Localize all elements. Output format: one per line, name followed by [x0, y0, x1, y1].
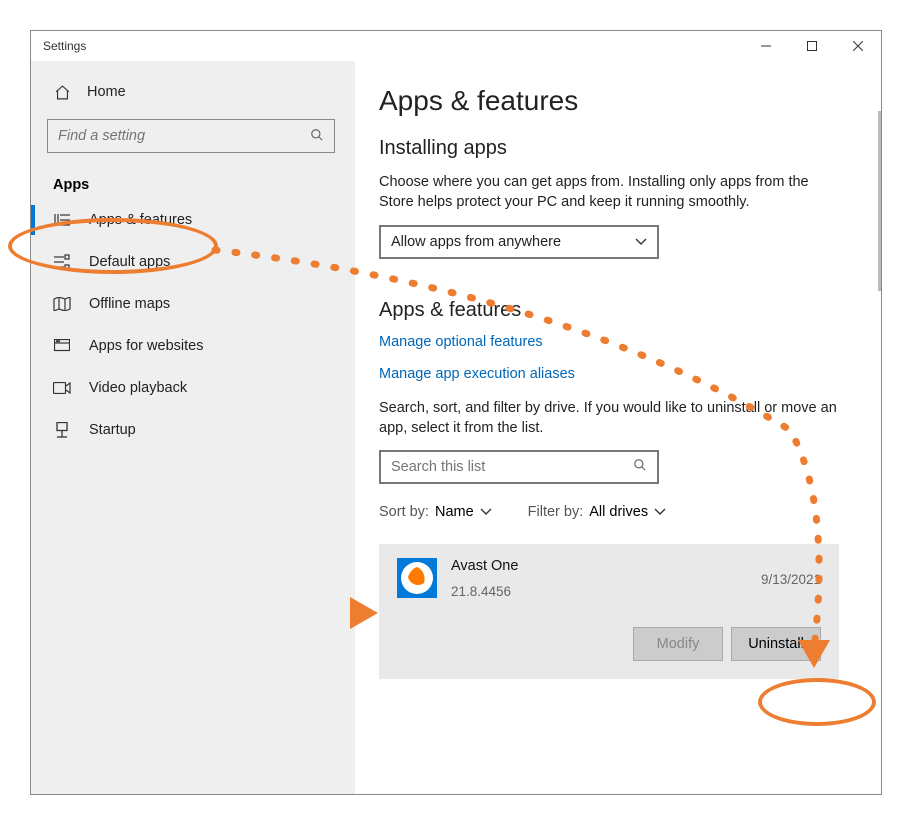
chevron-down-icon: [480, 508, 492, 516]
manage-optional-link[interactable]: Manage optional features: [379, 334, 859, 350]
install-source-dropdown[interactable]: Allow apps from anywhere: [379, 225, 659, 259]
chevron-down-icon: [654, 508, 666, 516]
scrollbar[interactable]: [878, 111, 881, 291]
window-title: Settings: [43, 39, 86, 53]
window-controls: [743, 31, 881, 61]
sort-label: Sort by:: [379, 504, 429, 520]
installing-apps-head: Installing apps: [379, 137, 859, 160]
sort-value: Name: [435, 504, 474, 520]
sidebar-search-input[interactable]: [58, 128, 310, 144]
modify-button: Modify: [633, 627, 723, 661]
startup-icon: [53, 421, 71, 439]
app-version: 21.8.4456: [451, 584, 518, 599]
sidebar-item-label: Default apps: [89, 254, 170, 270]
main-content: Apps & features Installing apps Choose w…: [355, 61, 881, 794]
app-list-search[interactable]: [379, 450, 659, 484]
minimize-button[interactable]: [743, 31, 789, 61]
search-icon: [633, 458, 647, 476]
chevron-down-icon: [635, 234, 647, 250]
sidebar-item-label: Apps for websites: [89, 338, 203, 354]
search-icon: [310, 128, 324, 145]
sidebar-item-offline-maps[interactable]: Offline maps: [47, 283, 335, 325]
apps-features-icon: [53, 211, 71, 229]
sidebar-section-head: Apps: [47, 177, 335, 193]
sidebar-item-video-playback[interactable]: Video playback: [47, 367, 335, 409]
sidebar-item-default-apps[interactable]: Default apps: [47, 241, 335, 283]
home-icon: [53, 83, 71, 101]
close-button[interactable]: [835, 31, 881, 61]
sidebar-item-label: Apps & features: [89, 212, 192, 228]
sidebar-item-startup[interactable]: Startup: [47, 409, 335, 451]
sidebar-item-label: Offline maps: [89, 296, 170, 312]
manage-aliases-link[interactable]: Manage app execution aliases: [379, 366, 859, 382]
search-sort-desc: Search, sort, and filter by drive. If yo…: [379, 398, 839, 439]
sidebar: Home Apps Apps & fe: [31, 61, 355, 794]
sidebar-item-label: Video playback: [89, 380, 187, 396]
titlebar: Settings: [31, 31, 881, 61]
sort-by[interactable]: Sort by: Name: [379, 504, 492, 520]
offline-maps-icon: [53, 295, 71, 313]
default-apps-icon: [53, 253, 71, 271]
apps-features-head: Apps & features: [379, 299, 859, 322]
home-label: Home: [87, 84, 126, 100]
app-date: 9/13/2021: [761, 572, 821, 587]
install-source-value: Allow apps from anywhere: [391, 234, 561, 250]
maximize-button[interactable]: [789, 31, 835, 61]
sidebar-search[interactable]: [47, 119, 335, 153]
filter-label: Filter by:: [528, 504, 584, 520]
home-link[interactable]: Home: [47, 73, 335, 111]
app-icon: [397, 558, 437, 598]
sidebar-item-label: Startup: [89, 422, 136, 438]
apps-websites-icon: [53, 337, 71, 355]
app-list-search-input[interactable]: [391, 459, 633, 475]
app-item[interactable]: Avast One 21.8.4456 9/13/2021 Modify Uni…: [379, 544, 839, 679]
sidebar-item-apps-features[interactable]: Apps & features: [47, 199, 335, 241]
filter-by[interactable]: Filter by: All drives: [528, 504, 666, 520]
uninstall-button[interactable]: Uninstall: [731, 627, 821, 661]
settings-window: Settings Home: [30, 30, 882, 795]
filter-value: All drives: [589, 504, 648, 520]
installing-apps-desc: Choose where you can get apps from. Inst…: [379, 172, 839, 213]
sidebar-item-apps-websites[interactable]: Apps for websites: [47, 325, 335, 367]
video-playback-icon: [53, 379, 71, 397]
app-name: Avast One: [451, 558, 518, 574]
sort-filter-row: Sort by: Name Filter by: All drives: [379, 504, 859, 520]
page-title: Apps & features: [379, 85, 859, 117]
